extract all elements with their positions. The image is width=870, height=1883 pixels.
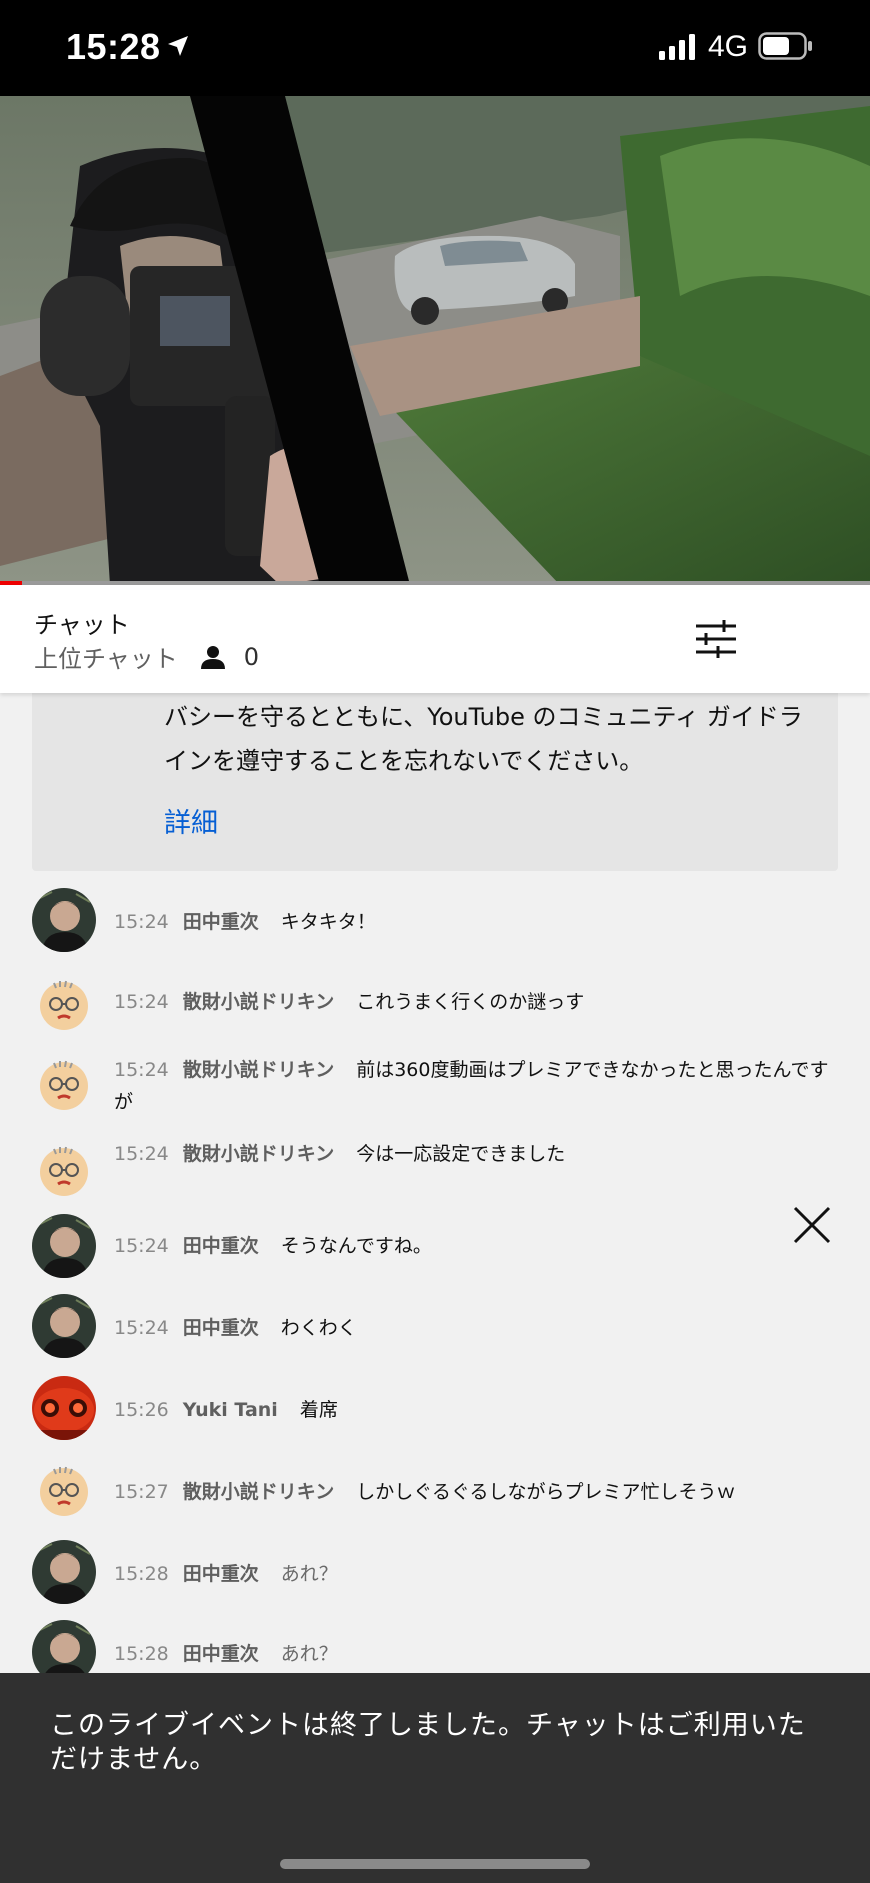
chat-message-line: 15:24 田中重次 キタキタ！: [114, 906, 840, 938]
sliders-icon: [696, 620, 736, 658]
message-text: 着席: [299, 1399, 338, 1421]
message-timestamp: 15:28: [114, 1643, 169, 1665]
chat-message-line: 15:24 散財小説ドリキン これうまく行くのか謎っす: [114, 986, 840, 1018]
video-player[interactable]: [0, 96, 870, 585]
chat-message-line: 15:27 散財小説ドリキン しかしぐるぐるしながらプレミア忙しそうｗ: [114, 1476, 840, 1508]
video-frame: [0, 96, 870, 585]
chat-title: チャット: [34, 611, 130, 639]
message-text: あれ？: [280, 1563, 338, 1585]
network-type: 4G: [708, 30, 749, 63]
message-author[interactable]: 田中重次: [183, 1317, 259, 1339]
community-guidelines-notice: バシーを守るとともに、YouTube のコミュニティ ガイドラインを遵守すること…: [32, 693, 838, 871]
chat-header: チャット 上位チャット 0: [0, 585, 870, 1244]
message-timestamp: 15:27: [114, 1481, 169, 1503]
message-timestamp: 15:24: [114, 911, 169, 933]
message-timestamp: 15:24: [114, 1317, 169, 1339]
chat-message-line: 15:24 田中重次 わくわく: [114, 1312, 840, 1344]
message-text: そうなんですね。: [280, 1235, 432, 1257]
chat-mode-selector[interactable]: 上位チャット 0: [34, 639, 259, 674]
message-author[interactable]: 田中重次: [183, 1563, 259, 1585]
avatar[interactable]: [32, 972, 96, 1036]
close-icon: [793, 1206, 831, 1244]
chat-message-line: 15:24 散財小説ドリキン 今は一応設定できました: [114, 1138, 840, 1170]
home-indicator[interactable]: [280, 1859, 590, 1869]
notice-details-link[interactable]: 詳細: [164, 801, 218, 840]
message-timestamp: 15:24: [114, 1059, 169, 1081]
chat-message-line: 15:24 散財小説ドリキン 前は360度動画はプレミアできなかったと思ったんですが: [114, 1054, 840, 1118]
message-timestamp: 15:24: [114, 991, 169, 1013]
message-author[interactable]: 散財小説ドリキン: [183, 1059, 334, 1081]
message-author[interactable]: 田中重次: [183, 1235, 259, 1257]
message-author[interactable]: 田中重次: [183, 911, 259, 933]
avatar[interactable]: [32, 1294, 96, 1358]
filter-button[interactable]: [694, 619, 738, 659]
message-text: あれ？: [280, 1643, 338, 1665]
viewer-count-value: 0: [243, 642, 260, 671]
avatar[interactable]: [32, 888, 96, 952]
location-arrow-icon: [166, 34, 190, 62]
avatar[interactable]: [32, 1138, 96, 1202]
chat-message-line: 15:24 田中重次 そうなんですね。: [114, 1230, 840, 1262]
live-ended-banner: このライブイベントは終了しました。チャットはご利用いただけません。: [0, 1673, 870, 1883]
person-icon: [200, 645, 225, 669]
cellular-signal-icon: [659, 34, 699, 64]
message-text: これうまく行くのか謎っす: [356, 991, 585, 1013]
live-ended-text: このライブイベントは終了しました。チャットはご利用いただけません。: [50, 1710, 806, 1775]
status-bar: 15:28 4G: [0, 0, 870, 96]
message-timestamp: 15:24: [114, 1143, 169, 1165]
chat-message-line: 15:28 田中重次 あれ？: [114, 1558, 840, 1590]
message-timestamp: 15:24: [114, 1235, 169, 1257]
message-author[interactable]: 散財小説ドリキン: [183, 1143, 334, 1165]
message-author[interactable]: 田中重次: [183, 1643, 259, 1665]
message-timestamp: 15:28: [114, 1563, 169, 1585]
chat-message-line: 15:26 Yuki Tani 着席: [114, 1394, 840, 1426]
avatar[interactable]: [32, 1376, 96, 1440]
chat-mode-label: 上位チャット: [34, 645, 178, 673]
message-text: 今は一応設定できました: [356, 1143, 566, 1165]
message-text: わくわく: [280, 1317, 357, 1339]
avatar[interactable]: [32, 1540, 96, 1604]
avatar[interactable]: [32, 1052, 96, 1116]
notice-text: バシーを守るとともに、YouTube のコミュニティ ガイドラインを遵守すること…: [164, 703, 803, 775]
message-text: キタキタ！: [280, 911, 376, 933]
message-text: しかしぐるぐるしながらプレミア忙しそうｗ: [356, 1481, 736, 1503]
avatar[interactable]: [32, 1458, 96, 1522]
avatar[interactable]: [32, 1214, 96, 1278]
message-author[interactable]: 散財小説ドリキン: [183, 1481, 334, 1503]
viewer-count: 0: [200, 643, 259, 671]
chat-message-line: 15:28 田中重次 あれ？: [114, 1638, 840, 1670]
battery-icon: [758, 32, 814, 64]
message-author[interactable]: Yuki Tani: [183, 1399, 278, 1421]
message-timestamp: 15:26: [114, 1399, 169, 1421]
status-time: 15:28: [66, 26, 161, 67]
message-author[interactable]: 散財小説ドリキン: [183, 991, 334, 1013]
close-chat-button[interactable]: [792, 1205, 832, 1245]
